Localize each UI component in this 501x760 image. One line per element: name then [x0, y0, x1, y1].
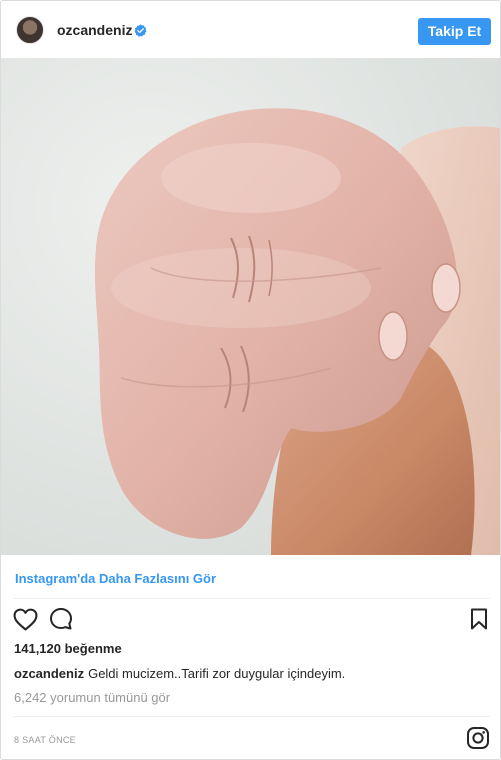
verified-badge-icon: [134, 24, 147, 37]
caption-username[interactable]: ozcandeniz: [14, 666, 84, 681]
bookmark-icon[interactable]: [470, 608, 488, 630]
comment-icon[interactable]: [49, 607, 73, 631]
follow-button[interactable]: Takip Et: [418, 18, 491, 45]
instagram-logo-icon[interactable]: [466, 726, 490, 750]
baby-hand-photo: [1, 58, 500, 555]
divider: [13, 716, 490, 717]
likes-count[interactable]: 141,120 beğenme: [14, 641, 122, 656]
post-header: ozcandeniz Takip Et: [1, 1, 500, 58]
caption-text: Geldi mucizem..Tarifi zor duygular içind…: [88, 666, 346, 681]
username[interactable]: ozcandeniz: [57, 22, 132, 38]
view-more-on-instagram-link[interactable]: Instagram'da Daha Fazlasını Gör: [15, 571, 216, 586]
post-image[interactable]: [1, 58, 500, 555]
heart-icon[interactable]: [13, 608, 38, 631]
post-timestamp[interactable]: 8 SAAT ÖNCE: [14, 735, 76, 745]
divider: [13, 598, 490, 599]
avatar[interactable]: [16, 16, 44, 44]
caption: ozcandeniz Geldi mucizem..Tarifi zor duyg…: [14, 666, 345, 681]
view-all-comments-link[interactable]: 6,242 yorumun tümünü gör: [14, 690, 170, 705]
instagram-embed-card: ozcandeniz Takip Et Instagram'da Daha Fa…: [0, 0, 501, 760]
